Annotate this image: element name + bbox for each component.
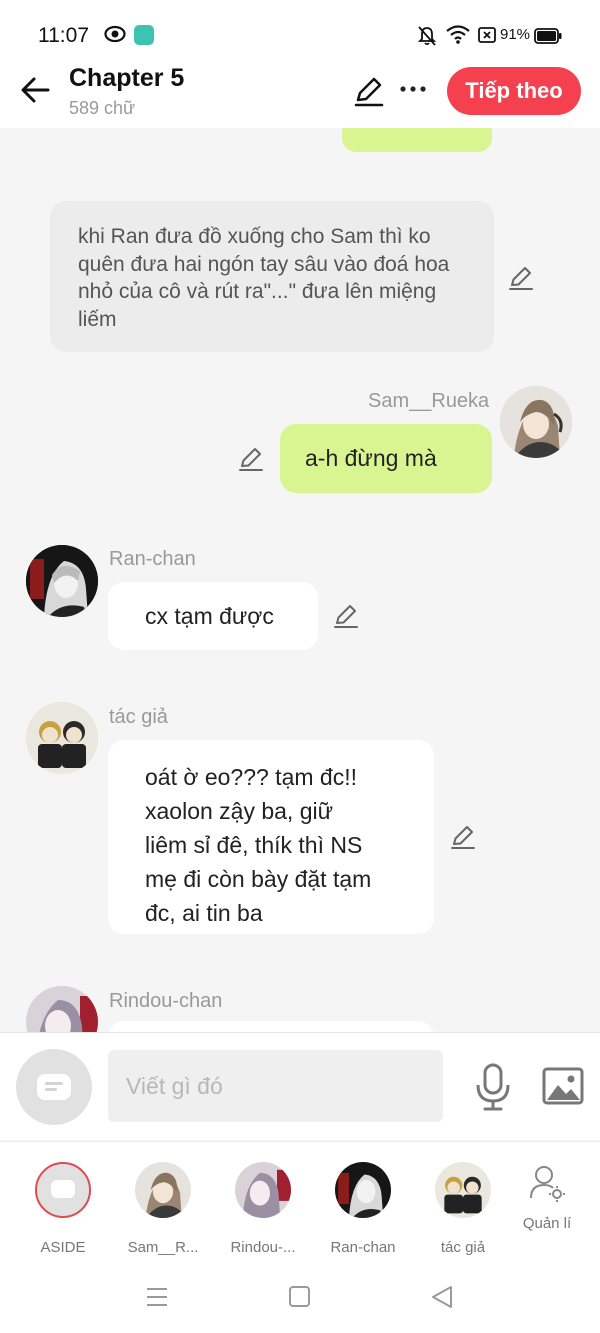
message-line: oát ờ eo??? tạm đc!! bbox=[145, 764, 357, 790]
sender-name: Sam__Rueka bbox=[368, 390, 490, 412]
message-line: xaolon zậy ba, giữ bbox=[145, 798, 334, 824]
character-label: ASIDE bbox=[40, 1239, 86, 1256]
message-input[interactable] bbox=[108, 1050, 443, 1122]
battery-icon bbox=[534, 28, 562, 44]
character-label: tác giả bbox=[440, 1239, 486, 1256]
character-ran[interactable]: Ran-chan bbox=[318, 1162, 408, 1256]
eye-icon bbox=[104, 25, 126, 43]
previous-message-bubble[interactable] bbox=[342, 128, 492, 152]
recent-apps-icon[interactable] bbox=[146, 1287, 168, 1307]
character-sam[interactable]: Sam__R... bbox=[118, 1162, 208, 1256]
battery-percent: 91% bbox=[500, 26, 531, 43]
avatar-author bbox=[435, 1162, 491, 1218]
sender-name: Rindou-chan bbox=[109, 990, 223, 1012]
avatar-author[interactable] bbox=[26, 702, 98, 774]
narration-bubble[interactable]: khi Ran đưa đồ xuống cho Sam thì ko quên… bbox=[50, 201, 494, 352]
aside-icon bbox=[37, 1074, 71, 1100]
manage-label: Quản lí bbox=[522, 1215, 572, 1232]
wifi-icon bbox=[446, 25, 470, 44]
app-notification-icon bbox=[134, 25, 154, 45]
sender-name: Ran-chan bbox=[109, 548, 196, 570]
message-bubble[interactable]: cx tạm được bbox=[108, 582, 318, 650]
composer-bar bbox=[0, 1032, 600, 1140]
edit-pencil-icon[interactable] bbox=[352, 74, 386, 108]
back-arrow-icon[interactable] bbox=[18, 72, 54, 108]
message-line: mẹ đi còn bày đặt tạm bbox=[145, 866, 372, 892]
word-count: 589 chữ bbox=[69, 98, 136, 118]
nav-back-icon[interactable] bbox=[430, 1285, 454, 1309]
user-settings-icon bbox=[530, 1166, 565, 1202]
chapter-title: Chapter 5 bbox=[69, 64, 185, 92]
avatar-ran bbox=[335, 1162, 391, 1218]
sender-name: tác giả bbox=[109, 706, 168, 728]
edit-message-icon[interactable] bbox=[237, 445, 265, 473]
character-label: Rindou-... bbox=[230, 1239, 296, 1256]
microphone-icon[interactable] bbox=[474, 1063, 512, 1111]
system-nav-bar bbox=[0, 1261, 600, 1333]
message-bubble[interactable]: oát ờ eo??? tạm đc!! xaolon zậy ba, giữ … bbox=[108, 740, 434, 934]
home-icon[interactable] bbox=[289, 1286, 310, 1307]
character-label: Ran-chan bbox=[330, 1239, 396, 1256]
message-line: liêm sỉ đê, thík thì NS bbox=[145, 832, 363, 858]
self-message-bubble[interactable]: a-h đừng mà bbox=[280, 424, 492, 493]
character-rindou[interactable]: Rindou-... bbox=[218, 1162, 308, 1256]
aside-icon bbox=[35, 1162, 91, 1218]
avatar-sam[interactable] bbox=[500, 386, 572, 458]
bell-muted-icon bbox=[418, 26, 436, 46]
character-bar: ASIDE Sam__R... Rindou-... Ran-chan tác … bbox=[0, 1141, 600, 1261]
manage-characters-button[interactable]: Quản lí bbox=[512, 1164, 582, 1232]
character-author[interactable]: tác giả bbox=[418, 1162, 508, 1256]
chat-area[interactable]: khi Ran đưa đồ xuống cho Sam thì ko quên… bbox=[0, 128, 600, 1032]
message-bubble[interactable] bbox=[108, 1021, 434, 1032]
status-time: 11:07 bbox=[38, 24, 89, 47]
avatar-rindou[interactable] bbox=[26, 986, 98, 1032]
chapter-header: Chapter 5 589 chữ Tiếp theo bbox=[0, 60, 600, 128]
character-label: Sam__R... bbox=[127, 1239, 199, 1256]
edit-message-icon[interactable] bbox=[449, 823, 477, 851]
edit-message-icon[interactable] bbox=[507, 264, 535, 292]
image-icon[interactable] bbox=[542, 1067, 584, 1105]
edit-message-icon[interactable] bbox=[332, 602, 360, 630]
avatar-sam bbox=[135, 1162, 191, 1218]
character-aside[interactable]: ASIDE bbox=[18, 1162, 108, 1256]
message-line: đc, ai tin ba bbox=[145, 900, 263, 926]
next-chapter-button[interactable]: Tiếp theo bbox=[447, 67, 581, 115]
status-bar: 11:07 91% bbox=[0, 0, 600, 60]
no-sim-icon bbox=[478, 27, 496, 43]
aside-toggle-button[interactable] bbox=[16, 1049, 92, 1125]
avatar-ran[interactable] bbox=[26, 545, 98, 617]
more-options-icon[interactable] bbox=[398, 72, 430, 106]
avatar-rindou bbox=[235, 1162, 291, 1218]
